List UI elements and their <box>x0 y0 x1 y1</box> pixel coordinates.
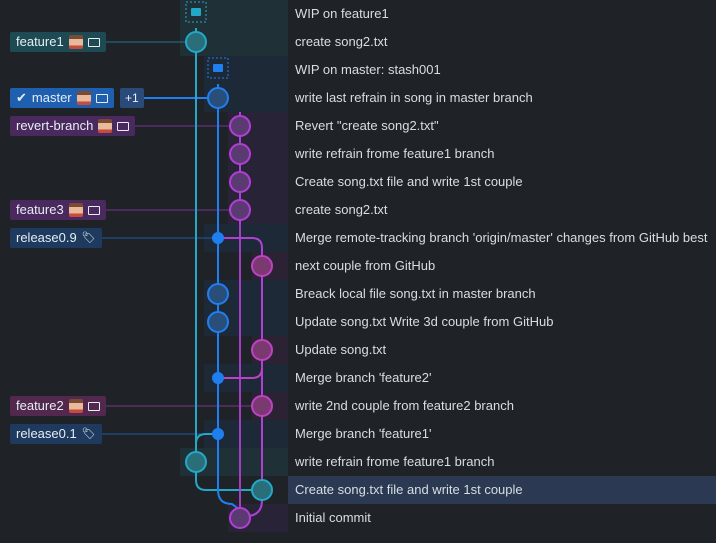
laptop-icon <box>95 93 108 103</box>
branch-name: feature3 <box>16 202 64 217</box>
commit-message[interactable]: Create song.txt file and write 1st coupl… <box>288 168 716 196</box>
commit-node <box>207 283 229 305</box>
laptop-icon <box>87 401 100 411</box>
branch-label-revert-branch[interactable]: revert-branch <box>10 116 136 136</box>
commit-node <box>229 143 251 165</box>
commit-node <box>251 395 273 417</box>
commit-message[interactable]: create song2.txt <box>288 28 716 56</box>
tag-icon: 🏷 <box>81 428 96 440</box>
commit-node <box>251 479 273 501</box>
commit-message[interactable]: create song2.txt <box>288 196 716 224</box>
tag-label-release09[interactable]: release0.9 🏷 <box>10 228 102 248</box>
tag-label-release01[interactable]: release0.1 🏷 <box>10 424 102 444</box>
tag-name: release0.1 <box>16 426 77 441</box>
avatar <box>98 119 113 133</box>
commit-message[interactable]: Initial commit <box>288 504 716 532</box>
commit-node <box>251 339 273 361</box>
commit-message[interactable]: next couple from GitHub <box>288 252 716 280</box>
check-icon: ✔ <box>16 90 27 105</box>
branch-label-feature3[interactable]: feature3 <box>10 200 106 220</box>
commit-message[interactable]: WIP on feature1 <box>288 0 716 28</box>
commit-message[interactable]: write refrain frome feature1 branch <box>288 448 716 476</box>
branch-name: master <box>31 90 72 105</box>
commit-message[interactable]: write 2nd couple from feature2 branch <box>288 392 716 420</box>
commit-message[interactable]: write refrain frome feature1 branch <box>288 140 716 168</box>
tag-icon: 🏷 <box>81 232 96 244</box>
commit-message[interactable]: WIP on master: stash001 <box>288 56 716 84</box>
merge-node <box>212 428 224 440</box>
commit-node <box>229 507 251 529</box>
branch-extra-count[interactable]: +1 <box>120 88 144 108</box>
avatar <box>76 91 91 105</box>
avatar <box>68 399 83 413</box>
commit-node <box>229 199 251 221</box>
commit-node <box>207 311 229 333</box>
branch-name: feature2 <box>16 398 64 413</box>
commit-node <box>229 171 251 193</box>
commit-node <box>229 115 251 137</box>
laptop-icon <box>87 205 100 215</box>
commit-message[interactable]: Merge branch 'feature2' <box>288 364 716 392</box>
avatar <box>68 203 83 217</box>
commit-message[interactable]: Revert "create song2.txt" <box>288 112 716 140</box>
merge-node <box>212 232 224 244</box>
commit-message[interactable]: Merge branch 'feature1' <box>288 420 716 448</box>
laptop-icon <box>87 37 100 47</box>
commit-message[interactable]: write last refrain in song in master bra… <box>288 84 716 112</box>
commit-message[interactable]: Breack local file song.txt in master bra… <box>288 280 716 308</box>
commit-node <box>251 255 273 277</box>
branch-label-feature2[interactable]: feature2 <box>10 396 106 416</box>
branch-name: revert-branch <box>16 118 94 133</box>
commit-message[interactable]: Update song.txt Write 3d couple from Git… <box>288 308 716 336</box>
merge-node <box>212 372 224 384</box>
tag-name: release0.9 <box>16 230 77 245</box>
avatar <box>68 35 83 49</box>
commit-node <box>185 451 207 473</box>
branch-label-master[interactable]: ✔ master <box>10 88 114 108</box>
commit-node <box>207 87 229 109</box>
commit-message[interactable]: Merge remote-tracking branch 'origin/mas… <box>288 224 716 252</box>
commit-message[interactable]: Create song.txt file and write 1st coupl… <box>288 476 716 504</box>
branch-label-feature1[interactable]: feature1 <box>10 32 106 52</box>
laptop-icon <box>117 121 130 131</box>
commit-message[interactable]: Update song.txt <box>288 336 716 364</box>
branch-name: feature1 <box>16 34 64 49</box>
commit-node <box>185 31 207 53</box>
